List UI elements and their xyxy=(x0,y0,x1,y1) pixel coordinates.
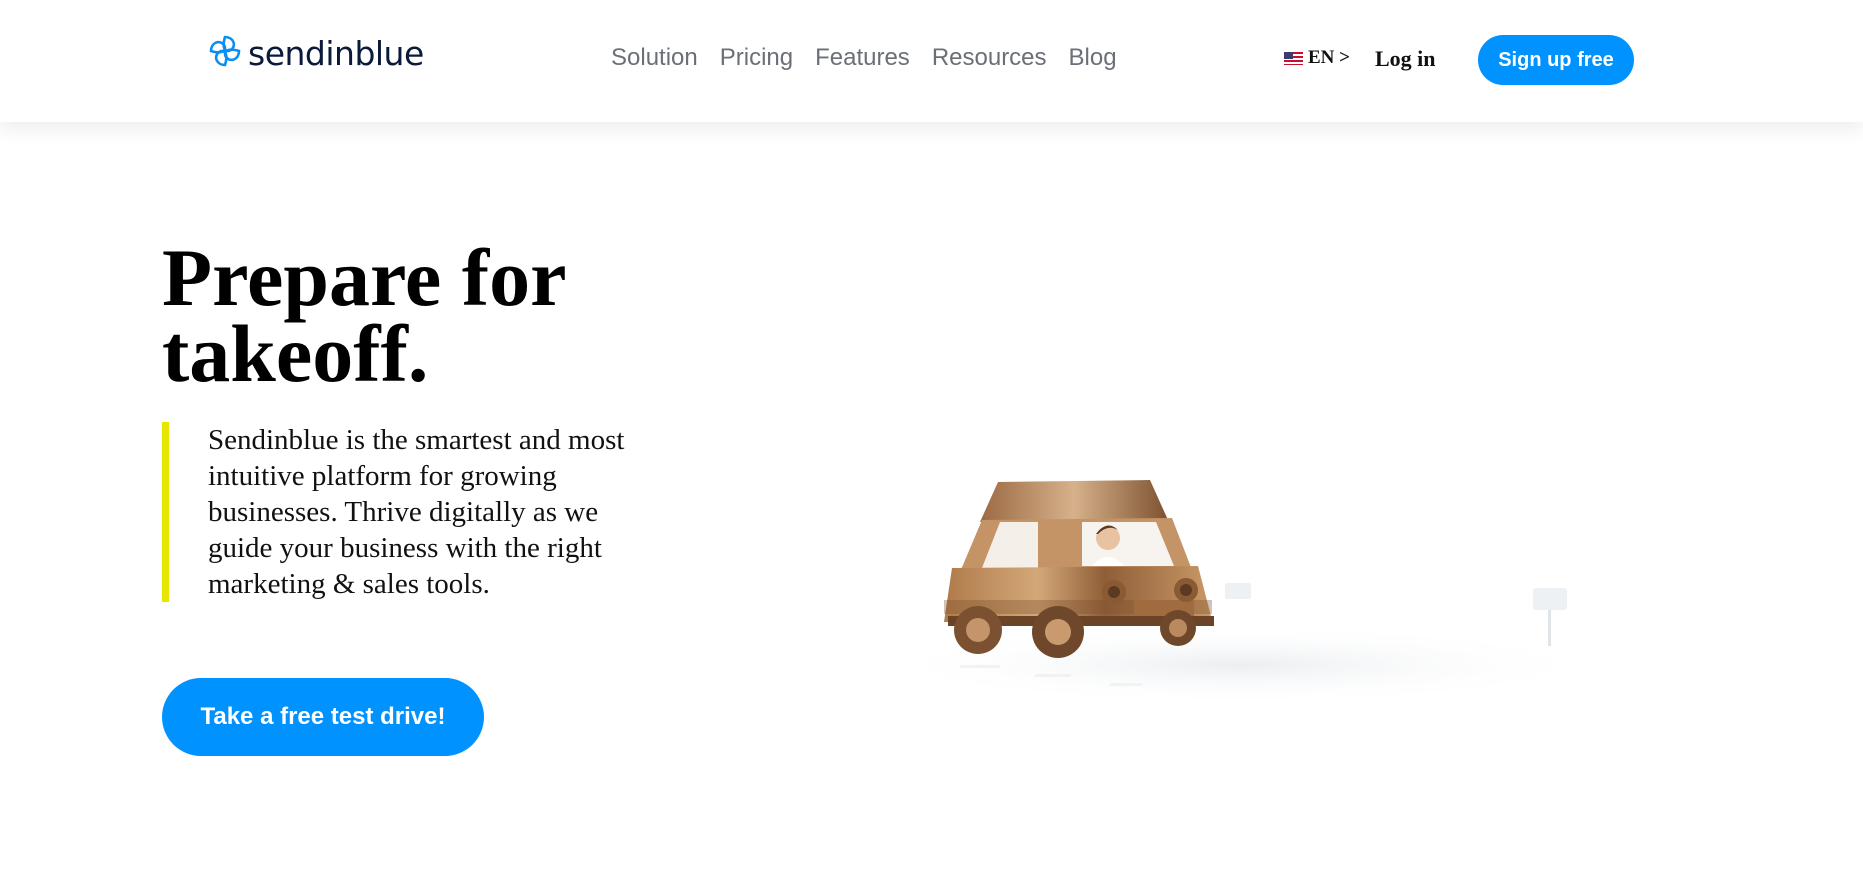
language-label: EN > xyxy=(1308,47,1350,68)
us-flag-icon xyxy=(1284,51,1303,65)
test-drive-button[interactable]: Take a free test drive! xyxy=(162,678,484,756)
logo-text: sendinblue xyxy=(248,34,424,73)
main-nav: Solution Pricing Features Resources Blog xyxy=(611,44,1117,72)
hero-description-block: Sendinblue is the smartest and most intu… xyxy=(162,422,662,602)
signup-button[interactable]: Sign up free xyxy=(1478,35,1634,85)
language-selector[interactable]: EN > xyxy=(1284,47,1350,69)
nav-features[interactable]: Features xyxy=(815,44,910,72)
site-header: sendinblue Solution Pricing Features Res… xyxy=(0,0,1863,122)
nav-solution[interactable]: Solution xyxy=(611,44,698,72)
accent-bar xyxy=(162,422,169,602)
nav-pricing[interactable]: Pricing xyxy=(720,44,793,72)
wooden-car-illustration xyxy=(860,460,1620,730)
hero-description: Sendinblue is the smartest and most intu… xyxy=(208,424,625,600)
hero-headline: Prepare for takeoff. xyxy=(162,232,566,399)
nav-resources[interactable]: Resources xyxy=(932,44,1047,72)
login-link[interactable]: Log in xyxy=(1375,46,1436,72)
nav-blog[interactable]: Blog xyxy=(1069,44,1117,72)
logo[interactable]: sendinblue xyxy=(208,34,424,73)
sendinblue-logo-icon xyxy=(208,34,242,73)
